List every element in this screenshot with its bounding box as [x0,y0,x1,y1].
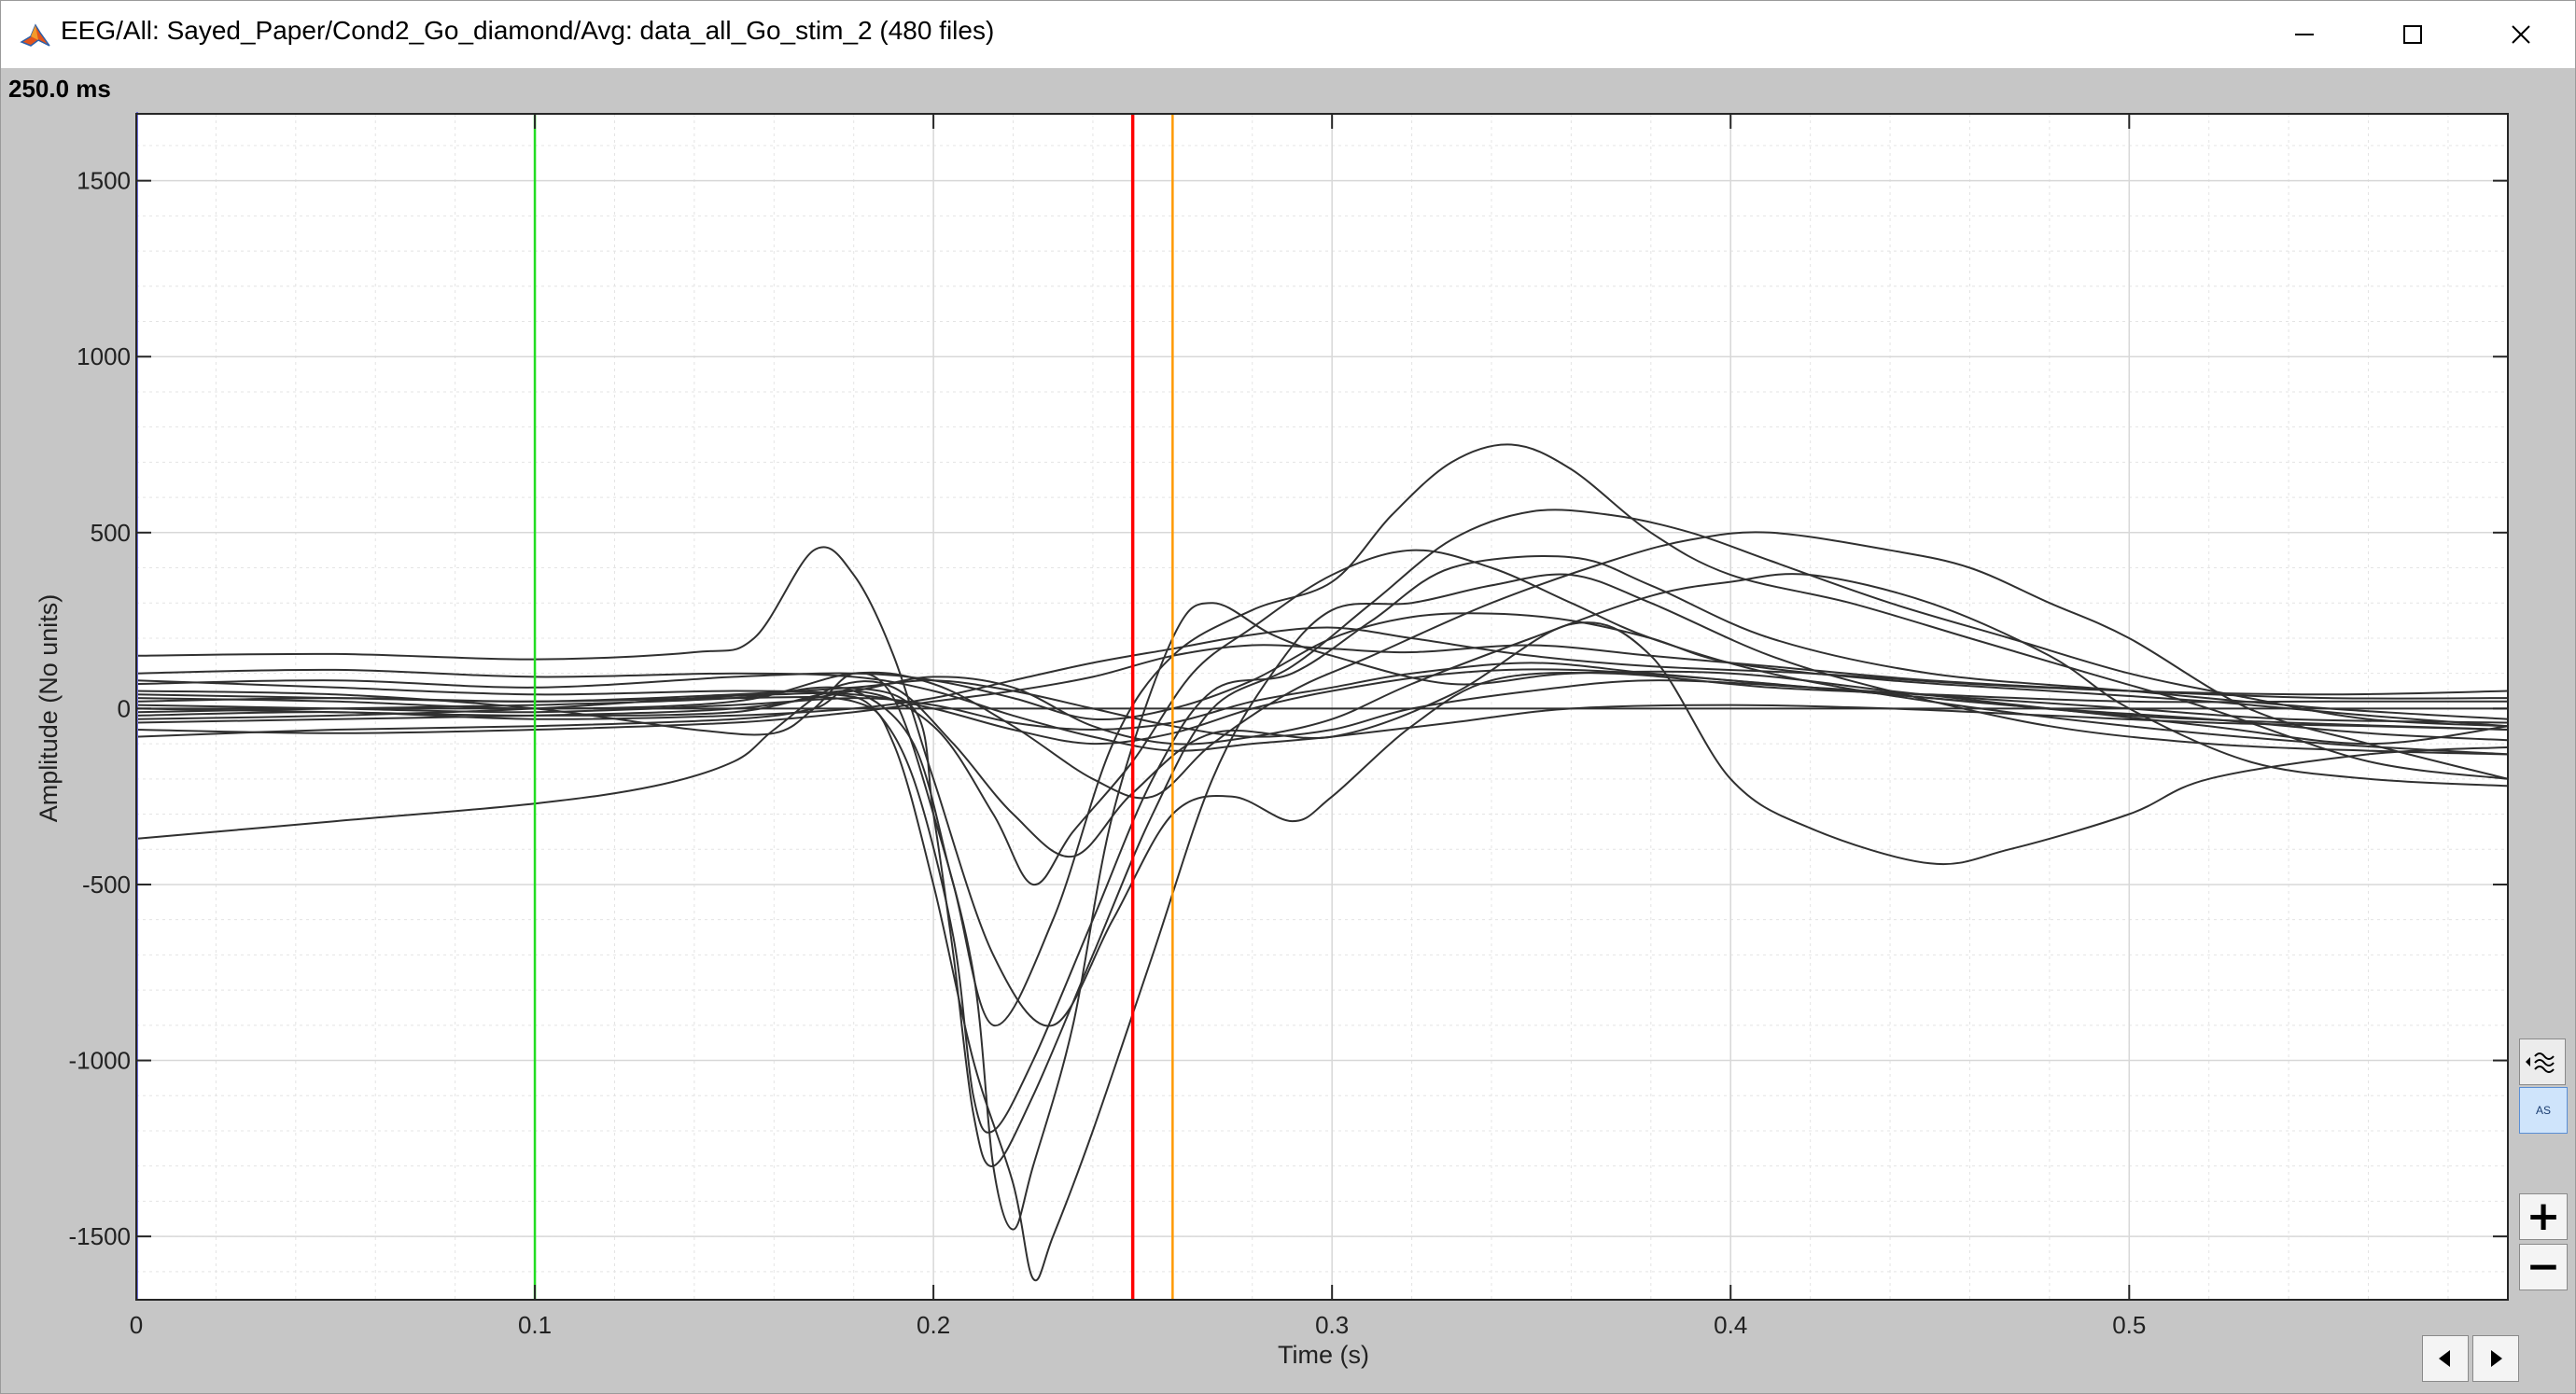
x-axis-label: Time (s) [1278,1341,1369,1369]
eeg-time-series-chart[interactable]: cordingSimulus onsetMeanResponse Onset 0… [1,68,2575,1393]
y-tick-label: 500 [91,519,131,547]
y-tick-label: -500 [82,871,131,899]
event-label-strip [136,68,2508,112]
x-tick-label: 0.1 [518,1311,552,1339]
title-bar: EEG/All: Sayed_Paper/Cond2_Go_diamond/Av… [1,1,2575,68]
x-tick-label: 0 [130,1311,143,1339]
autoscale-label: AS [2535,1104,2551,1117]
cursor-time-label: 250.0 ms [8,75,111,103]
matlab-icon [20,20,51,51]
app-window: EEG/All: Sayed_Paper/Cond2_Go_diamond/Av… [0,0,2576,1394]
y-tick-label: 0 [118,694,131,722]
scroll-right-button[interactable] [2472,1335,2519,1382]
y-tick-label: 1000 [77,342,131,370]
window-title: EEG/All: Sayed_Paper/Cond2_Go_diamond/Av… [61,16,995,45]
y-tick-label: -1000 [69,1047,132,1075]
minimize-icon [2295,34,2314,35]
axes-background [136,114,2508,1300]
display-mode-button[interactable] [2519,1039,2566,1085]
plus-icon: + [2526,1192,2561,1240]
x-tick-label: 0.2 [917,1311,950,1339]
y-tick-label: -1500 [69,1222,132,1250]
scroll-left-button[interactable] [2422,1335,2469,1382]
zoom-out-button[interactable]: − [2519,1244,2568,1290]
maximize-button[interactable] [2359,1,2467,68]
minus-icon: − [2526,1243,2561,1290]
x-tick-label: 0.3 [1315,1311,1349,1339]
close-icon [2512,25,2530,44]
triangle-right-icon [2491,1350,2502,1367]
signal-wave-icon [2526,1052,2555,1073]
figure-area: cordingSimulus onsetMeanResponse Onset 0… [1,68,2575,1393]
x-tick-label: 0.4 [1714,1311,1747,1339]
autoscale-button[interactable]: AS [2519,1087,2568,1134]
x-tick-label: 0.5 [2112,1311,2146,1339]
minimize-button[interactable] [2250,1,2359,68]
maximize-icon [2403,25,2422,44]
y-tick-label: 1500 [77,167,131,195]
y-axis-label: Amplitude (No units) [35,594,63,823]
zoom-in-button[interactable]: + [2519,1193,2568,1240]
close-button[interactable] [2467,1,2575,68]
triangle-left-icon [2439,1350,2450,1367]
